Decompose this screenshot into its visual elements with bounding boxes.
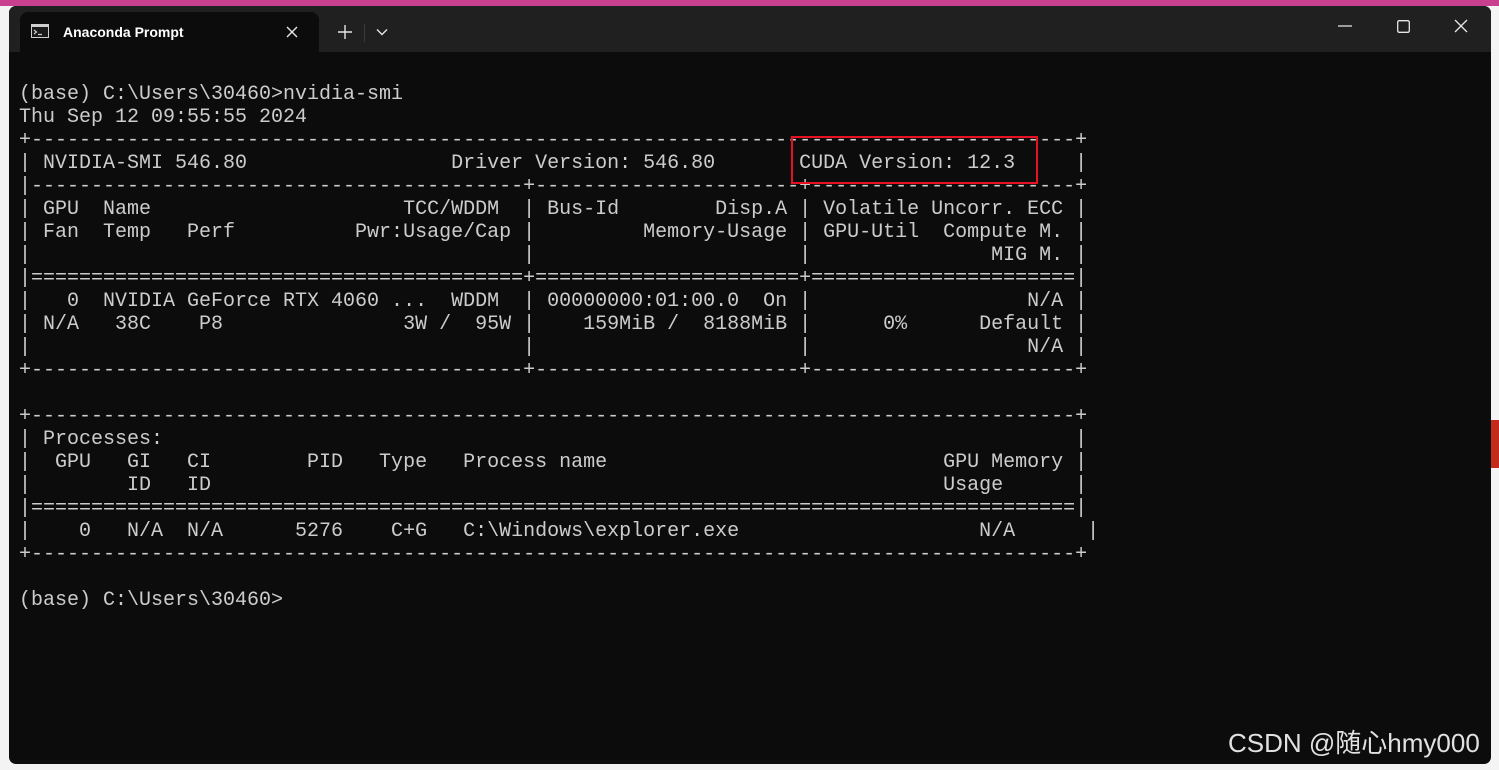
background-window-edge [1491, 6, 1499, 770]
terminal-line: +---------------------------------------… [19, 543, 1088, 566]
chevron-down-icon [376, 29, 388, 36]
close-icon [1454, 19, 1468, 33]
plus-icon [338, 25, 352, 39]
terminal-line: | Processes: | [19, 428, 1088, 451]
background-red-mark [1491, 420, 1499, 468]
terminal-line: |=======================================… [19, 267, 1088, 290]
title-bar: Anaconda Prompt [9, 6, 1491, 52]
terminal-output[interactable]: (base) C:\Users\30460>nvidia-smi Thu Sep … [19, 83, 1479, 743]
close-icon [286, 26, 298, 38]
tab-close-button[interactable] [281, 21, 303, 43]
terminal-line: (base) C:\Users\30460> [19, 589, 284, 612]
terminal-window: Anaconda Prompt (base) C:\Users\30460>nv… [9, 6, 1491, 764]
terminal-line: | NVIDIA-SMI 546.80 Driver Version: 546.… [19, 152, 1088, 175]
new-tab-button[interactable] [331, 19, 359, 45]
terminal-line: Thu Sep 12 09:55:55 2024 [19, 106, 308, 129]
tab-separator [364, 24, 365, 42]
close-window-button[interactable] [1432, 6, 1490, 46]
terminal-line: |=======================================… [19, 497, 1088, 520]
maximize-icon [1396, 19, 1410, 33]
console-icon [31, 24, 49, 38]
minimize-button[interactable] [1316, 6, 1374, 46]
terminal-line: +---------------------------------------… [19, 359, 1088, 382]
csdn-watermark: CSDN @随心hmy000 [1228, 728, 1480, 758]
terminal-line: | N/A 38C P8 3W / 95W | 159MiB / 8188MiB… [19, 313, 1088, 336]
tab-dropdown-button[interactable] [370, 19, 394, 45]
terminal-line: +---------------------------------------… [19, 129, 1088, 152]
terminal-line: | | | MIG M. | [19, 244, 1088, 267]
terminal-line: | 0 N/A N/A 5276 C+G C:\Windows\explorer… [19, 520, 1100, 543]
terminal-line: | 0 NVIDIA GeForce RTX 4060 ... WDDM | 0… [19, 290, 1088, 313]
maximize-button[interactable] [1374, 6, 1432, 46]
terminal-line: |---------------------------------------… [19, 175, 1088, 198]
terminal-line: | ID ID Usage | [19, 474, 1088, 497]
terminal-line: +---------------------------------------… [19, 405, 1088, 428]
tab-anaconda-prompt[interactable]: Anaconda Prompt [20, 12, 319, 52]
terminal-line: (base) C:\Users\30460>nvidia-smi [19, 83, 404, 106]
tab-title: Anaconda Prompt [63, 24, 184, 40]
terminal-line: | | | N/A | [19, 336, 1088, 359]
terminal-line: | GPU Name TCC/WDDM | Bus-Id Disp.A | Vo… [19, 198, 1088, 221]
cuda-version-highlight-box [791, 136, 1038, 184]
terminal-line: | GPU GI CI PID Type Process name GPU Me… [19, 451, 1088, 474]
terminal-line: | Fan Temp Perf Pwr:Usage/Cap | Memory-U… [19, 221, 1088, 244]
minimize-icon [1338, 25, 1352, 27]
